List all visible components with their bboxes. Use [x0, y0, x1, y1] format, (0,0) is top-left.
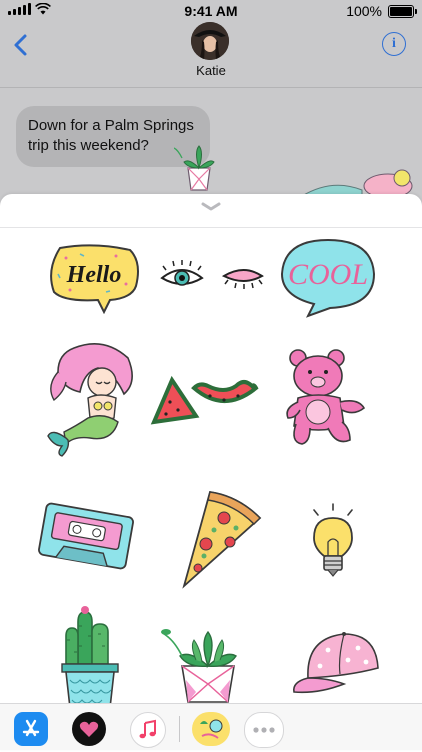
cactus-pot-art: [61, 606, 119, 709]
sticker-light-bulb[interactable]: [302, 500, 364, 580]
light-bulb-art: [313, 503, 353, 577]
watermelon-art: [150, 375, 259, 425]
cool-bubble-art: COOL: [280, 238, 376, 318]
music-note-icon: [139, 719, 156, 739]
sticker-drawer: Hello COOL: [0, 194, 422, 750]
hello-text: Hello: [66, 262, 122, 288]
mermaid-art: [47, 342, 133, 457]
sticker-cactus-pot[interactable]: [58, 602, 122, 710]
eyes-art: [160, 260, 264, 289]
sticker-baseball-cap[interactable]: [288, 628, 384, 698]
sticker-mermaid[interactable]: [44, 342, 140, 458]
avatar-photo: [191, 22, 229, 60]
heart-icon: [79, 721, 99, 737]
more-icon[interactable]: [244, 712, 284, 748]
digital-touch-icon[interactable]: [72, 712, 106, 746]
pizza-art: [182, 490, 262, 589]
battery-indicator: 100%: [346, 3, 417, 19]
app-store-icon[interactable]: [14, 712, 48, 746]
battery-icon: [388, 4, 417, 18]
battery-percent: 100%: [346, 3, 382, 19]
placed-succulent-sticker: [174, 145, 215, 191]
app-tray: [0, 703, 422, 750]
header-divider: [0, 87, 422, 88]
sticker-pack-glyph-icon: [200, 719, 223, 739]
status-bar: 9:41 AM 100%: [0, 0, 422, 22]
sticker-pizza-slice[interactable]: [174, 486, 264, 590]
sticker-pack-icon[interactable]: [192, 712, 230, 746]
avatar[interactable]: [191, 22, 229, 60]
music-icon[interactable]: [130, 712, 166, 748]
contact-name[interactable]: Katie: [0, 63, 422, 78]
conversation-header: Katie i: [0, 22, 422, 88]
tray-divider: [179, 716, 180, 742]
sticker-eyes[interactable]: [158, 260, 268, 294]
drawer-divider: [0, 227, 422, 228]
app-store-glyph-icon: [22, 719, 40, 737]
sticker-cool-speech-bubble[interactable]: COOL: [278, 236, 378, 318]
back-chevron-icon[interactable]: [10, 30, 34, 60]
cool-text: COOL: [288, 258, 368, 291]
sticker-pink-teddy-bear[interactable]: [284, 348, 368, 448]
more-dots-icon: [253, 727, 275, 733]
sticker-succulent-pot[interactable]: [156, 620, 248, 704]
collapse-chevron-icon[interactable]: [201, 201, 221, 213]
succulent-pot-art: [161, 629, 237, 703]
info-icon[interactable]: i: [382, 32, 406, 56]
sticker-watermelon[interactable]: [148, 372, 260, 432]
baseball-cap-art: [292, 632, 379, 694]
sticker-cassette-tape[interactable]: [36, 500, 136, 572]
cassette-art: [38, 502, 134, 570]
teddy-bear-art: [286, 349, 366, 445]
sticker-hello-speech-bubble[interactable]: Hello: [46, 244, 142, 314]
hello-bubble-art: Hello: [50, 244, 139, 314]
